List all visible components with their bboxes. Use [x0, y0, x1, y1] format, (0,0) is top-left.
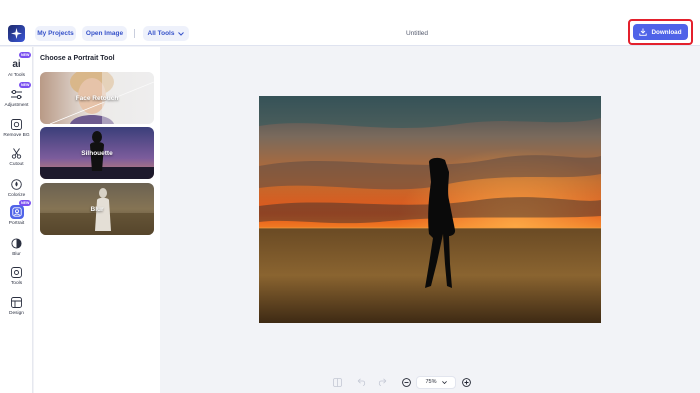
open-image-label: Open Image — [85, 30, 124, 37]
rail-label: Colorize — [7, 193, 26, 198]
zoom-out-button[interactable] — [399, 375, 413, 389]
redo-icon — [378, 378, 386, 386]
redo-button[interactable] — [375, 375, 389, 389]
colorize-icon — [10, 177, 24, 191]
undo-icon — [357, 378, 365, 386]
silhouette-card[interactable]: Silhouette — [40, 127, 154, 179]
new-badge: NEW — [19, 52, 32, 58]
rail-label: AI Tools — [8, 73, 25, 78]
my-projects-label: My Projects — [37, 30, 74, 37]
document-title[interactable]: Untitled — [380, 30, 454, 37]
panel-title: Choose a Portrait Tool — [40, 55, 115, 62]
download-label: Download — [651, 28, 682, 36]
card-label: Silhouette — [81, 149, 113, 157]
my-projects-button[interactable]: My Projects — [35, 26, 76, 41]
open-image-button[interactable]: Open Image — [82, 26, 127, 41]
rail-item-tools[interactable]: Tools — [0, 265, 33, 286]
header-divider — [134, 29, 135, 38]
zoom-out-icon — [401, 377, 411, 387]
sunset-silhouette-image — [259, 96, 601, 323]
rail-label: Cutout — [9, 162, 24, 167]
chevron-down-icon — [441, 380, 447, 384]
download-button[interactable]: Download — [633, 24, 688, 40]
rail-item-portrait[interactable]: NEW Portrait — [0, 200, 33, 226]
new-badge: NEW — [19, 200, 32, 206]
rail-item-colorize[interactable]: Colorize — [0, 177, 33, 198]
zoom-in-button[interactable] — [459, 375, 473, 389]
download-highlight: Download — [628, 19, 693, 45]
rail-item-blur[interactable]: Blur — [0, 236, 33, 257]
app-window: My Projects Open Image All Tools Untitle… — [0, 0, 700, 393]
zoom-in-icon — [461, 377, 471, 387]
left-tool-rail: ai NEW AI Tools NEW Adjustment Remove BG… — [0, 47, 33, 393]
portrait-icon — [9, 205, 24, 219]
sliders-icon — [10, 87, 24, 101]
compare-icon — [332, 377, 342, 387]
portrait-tool-panel: Choose a Portrait Tool Face Retouch Silh… — [34, 47, 160, 393]
app-logo[interactable] — [8, 25, 25, 42]
editor-canvas[interactable] — [160, 47, 700, 393]
scissors-icon — [10, 146, 24, 160]
download-icon — [639, 28, 648, 36]
rail-label: Portrait — [8, 221, 25, 226]
logo-icon — [11, 28, 22, 39]
all-tools-dropdown[interactable]: All Tools — [143, 26, 189, 41]
all-tools-label: All Tools — [147, 30, 175, 37]
remove-bg-icon — [10, 117, 24, 131]
rail-label: Remove BG — [3, 133, 30, 138]
rail-item-remove-bg[interactable]: Remove BG — [0, 117, 33, 138]
rail-item-design[interactable]: Design — [0, 295, 33, 316]
card-label: Blur — [90, 205, 104, 213]
tools-icon — [10, 265, 24, 279]
rail-item-cutout[interactable]: Cutout — [0, 146, 33, 167]
bottom-toolbar: 75% — [330, 375, 473, 389]
blur-card[interactable]: Blur — [40, 183, 154, 235]
chevron-down-icon — [178, 31, 185, 36]
top-bar: My Projects Open Image All Tools Untitle… — [0, 0, 700, 46]
edited-photo[interactable] — [259, 96, 601, 323]
compare-button[interactable] — [330, 375, 344, 389]
new-badge: NEW — [19, 82, 32, 88]
zoom-level-dropdown[interactable]: 75% — [416, 375, 456, 389]
zoom-level-value: 75% — [425, 379, 437, 385]
card-label: Face Retouch — [75, 94, 119, 102]
blur-icon — [10, 236, 24, 250]
face-retouch-card[interactable]: Face Retouch — [40, 72, 154, 124]
ai-icon: ai — [12, 58, 21, 70]
undo-button[interactable] — [354, 375, 368, 389]
rail-label: Blur — [12, 252, 21, 257]
rail-label: Tools — [10, 281, 23, 286]
rail-item-adjustment[interactable]: NEW Adjustment — [0, 82, 33, 108]
rail-label: Design — [9, 311, 24, 316]
rail-item-ai-tools[interactable]: ai NEW AI Tools — [0, 52, 33, 78]
rail-label: Adjustment — [4, 103, 29, 108]
design-icon — [10, 295, 24, 309]
